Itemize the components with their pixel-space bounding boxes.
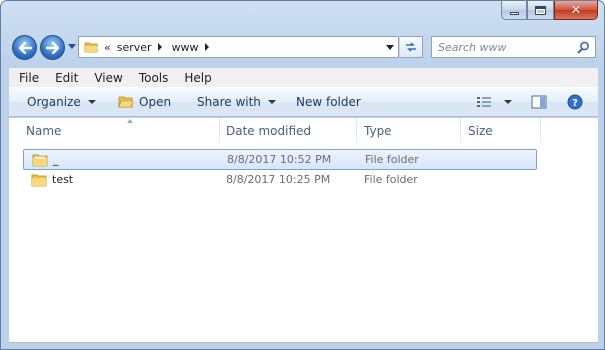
preview-pane-button[interactable]	[531, 88, 547, 116]
help-button[interactable]: ?	[567, 88, 583, 116]
maximize-icon	[535, 5, 546, 15]
chevron-down-icon	[267, 100, 276, 104]
menu-help[interactable]: Help	[176, 71, 219, 85]
open-label: Open	[139, 95, 172, 109]
change-view-button[interactable]	[476, 88, 512, 116]
file-row[interactable]: _ 8/8/2017 10:52 PM File folder	[23, 149, 537, 170]
file-name-cell: _	[32, 150, 59, 169]
file-name: test	[52, 173, 74, 186]
command-bar: Organize Open Share with New folder ?	[9, 87, 598, 117]
help-icon: ?	[567, 94, 583, 110]
file-type: File folder	[364, 173, 418, 186]
address-dropdown-icon[interactable]	[386, 45, 394, 50]
column-header-type[interactable]: Type	[357, 118, 461, 143]
forward-arrow-icon	[45, 41, 59, 54]
chevron-down-icon	[87, 100, 96, 104]
search-box[interactable]	[431, 36, 596, 58]
chevron-down-icon	[504, 100, 512, 104]
file-name-cell: test	[31, 170, 73, 189]
menu-file[interactable]: File	[11, 71, 47, 85]
breadcrumb-www[interactable]: www	[172, 41, 199, 54]
minimize-icon	[509, 11, 519, 15]
preview-pane-icon	[531, 95, 547, 109]
minimize-button[interactable]	[501, 1, 527, 20]
column-type-label: Type	[364, 123, 392, 138]
menu-bar: File Edit View Tools Help	[9, 67, 598, 87]
file-list-pane: Name Date modified Type Size _ 8/8/2017 …	[9, 118, 598, 343]
folder-icon	[84, 42, 98, 53]
address-overflow-button[interactable]: «	[104, 41, 111, 54]
explorer-window: ✕ « server www Search www File Edit View…	[0, 0, 605, 350]
file-name: _	[53, 153, 59, 166]
open-folder-icon	[118, 96, 134, 108]
file-row[interactable]: test 8/8/2017 10:25 PM File folder	[23, 170, 537, 191]
menu-edit[interactable]: Edit	[47, 71, 86, 85]
back-arrow-icon	[18, 41, 32, 54]
new-folder-button[interactable]: New folder	[296, 88, 361, 116]
column-size-label: Size	[468, 123, 493, 138]
breadcrumb-separator-icon[interactable]	[204, 43, 209, 51]
search-input[interactable]	[438, 40, 573, 54]
new-folder-label: New folder	[296, 95, 361, 109]
forward-button[interactable]	[40, 35, 65, 60]
search-icon[interactable]	[577, 41, 590, 54]
column-header-row: Name Date modified Type Size	[9, 118, 598, 143]
refresh-button[interactable]	[400, 36, 423, 58]
share-with-label: Share with	[197, 95, 261, 109]
organize-button[interactable]: Organize	[27, 88, 96, 116]
breadcrumb-separator-icon[interactable]	[157, 43, 162, 51]
column-date-label: Date modified	[226, 123, 312, 138]
column-header-name[interactable]: Name	[19, 118, 220, 143]
sort-ascending-icon	[127, 119, 133, 123]
folder-icon	[31, 174, 47, 186]
close-button[interactable]: ✕	[554, 1, 598, 20]
recent-pages-dropdown-icon[interactable]	[68, 44, 76, 49]
column-name-label: Name	[26, 123, 62, 138]
address-bar[interactable]: « server www	[78, 36, 399, 58]
organize-label: Organize	[27, 95, 81, 109]
open-button[interactable]: Open	[118, 88, 171, 116]
share-with-button[interactable]: Share with	[197, 88, 276, 116]
caption-buttons: ✕	[501, 1, 598, 20]
maximize-button[interactable]	[527, 1, 554, 20]
close-icon: ✕	[570, 2, 582, 18]
file-type: File folder	[365, 153, 419, 166]
column-header-size[interactable]: Size	[461, 118, 541, 143]
back-button[interactable]	[12, 35, 37, 60]
file-date: 8/8/2017 10:25 PM	[226, 173, 331, 186]
svg-text:?: ?	[572, 98, 578, 109]
menu-tools[interactable]: Tools	[131, 71, 177, 85]
breadcrumb-server[interactable]: server	[117, 41, 152, 54]
details-view-icon	[477, 97, 491, 107]
column-header-date-modified[interactable]: Date modified	[219, 118, 357, 143]
file-date: 8/8/2017 10:52 PM	[227, 153, 332, 166]
refresh-icon	[406, 42, 416, 52]
folder-icon	[32, 154, 48, 166]
menu-view[interactable]: View	[86, 71, 130, 85]
